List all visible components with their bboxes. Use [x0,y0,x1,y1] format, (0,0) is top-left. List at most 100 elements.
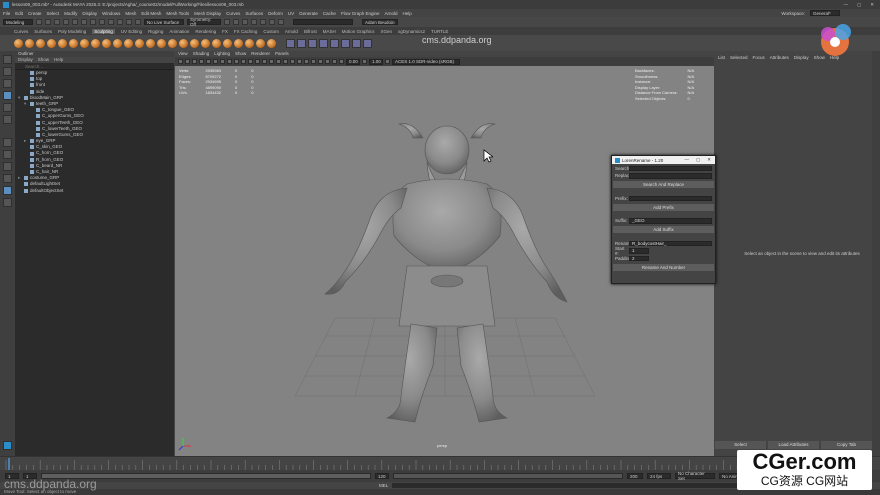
outliner-search-input[interactable]: Search... [15,63,174,70]
mesh-display-icon[interactable] [341,38,350,48]
sculpt-layer-icon[interactable] [330,38,339,48]
symmetry-dropdown[interactable]: Symmetry: Off [187,17,221,27]
bookmark-icon[interactable] [192,59,197,64]
exposure-icon[interactable] [339,59,344,64]
fps-dropdown[interactable]: 24 fps [647,473,671,479]
symmetry-shelf-icon[interactable] [286,38,295,48]
gamma-icon[interactable] [362,59,367,64]
shelf-tab[interactable]: XGen [380,29,392,34]
select-component-icon[interactable] [99,19,105,25]
live-surface-field[interactable]: No Live Surface [144,19,184,25]
move-tool-icon[interactable] [3,91,12,100]
arnold-light-icon[interactable] [269,19,275,25]
undo-icon[interactable] [63,19,69,25]
shadows-icon[interactable] [283,59,288,64]
shelf-tab[interactable]: Motion Graphics [342,29,375,34]
replace-input[interactable] [629,173,712,179]
workspace-dropdown[interactable]: General* [810,10,840,16]
copy-tab-button[interactable]: Copy Tab [821,441,872,449]
new-scene-icon[interactable] [36,19,42,25]
menu-item[interactable]: Curves [226,11,240,16]
attr-menu-item[interactable]: List [718,55,725,60]
prefix-input[interactable] [629,195,712,201]
attr-menu-item[interactable]: Focus [753,55,765,60]
fill-tool-icon[interactable] [146,38,155,48]
ipr-render-icon[interactable] [233,19,239,25]
antialiasing-icon[interactable] [304,59,309,64]
add-suffix-button[interactable]: Add Suffix [613,226,714,233]
shelf-tab-active[interactable]: Sculpting [92,28,115,34]
shelf-tab[interactable]: Bifrost [304,29,317,34]
lights-icon[interactable] [276,59,281,64]
resolution-gate-icon[interactable] [220,59,225,64]
xray-components-icon[interactable] [332,59,337,64]
menu-item[interactable]: Generate [299,11,318,16]
menu-item[interactable]: Display [82,11,97,16]
reset-shelf-icon[interactable] [352,38,361,48]
shelf-tab[interactable]: TURTLE [431,29,448,34]
shelf-tab[interactable]: Curves [14,29,28,34]
color-management-icon[interactable] [385,59,390,64]
shelf-tab[interactable]: UV Editing [121,29,142,34]
menu-item[interactable]: Mesh Tools [166,11,189,16]
lasso-tool-icon[interactable] [3,67,12,76]
outliner-item[interactable]: defaultObjectSet [15,188,174,194]
knife-tool-icon[interactable] [157,38,166,48]
snap-point-icon[interactable] [126,19,132,25]
gamma-field[interactable]: 1.00 [369,58,383,65]
camera-attributes-icon[interactable] [185,59,190,64]
persp-outliner-icon[interactable] [3,174,12,183]
shelf-tab[interactable]: Arnold [285,29,298,34]
rename-and-number-button[interactable]: Rename And Number [613,263,714,271]
image-plane-icon[interactable] [199,59,204,64]
grab-tool-icon[interactable] [47,38,56,48]
layer-shelf-icon[interactable] [308,38,317,48]
add-prefix-button[interactable]: Add Prefix [613,203,714,211]
rotate-tool-icon[interactable] [3,103,12,112]
select-tool-icon[interactable] [3,55,12,64]
zoom-icon[interactable] [3,198,12,207]
suffix-input[interactable]: _GEO [629,218,712,224]
attr-menu-item[interactable]: Display [794,55,809,60]
playback-end-field[interactable]: 120 [375,473,389,479]
scale-tool-icon[interactable] [3,115,12,124]
close-icon[interactable]: ✕ [870,2,874,8]
snap-grid-icon[interactable] [108,19,114,25]
select-button[interactable]: Select [715,441,766,449]
wireframe-icon[interactable] [248,59,253,64]
render-icon[interactable] [224,19,230,25]
crease-shelf-icon[interactable] [363,38,372,48]
menu-item[interactable]: Modify [64,11,77,16]
menu-item[interactable]: UV [288,11,294,16]
menu-item[interactable]: File [3,11,10,16]
outliner-menu-item[interactable]: Help [54,57,63,63]
dialog-close-icon[interactable]: ✕ [707,157,711,163]
smooth-shade-icon[interactable] [255,59,260,64]
shelf-tab[interactable]: Rendering [195,29,216,34]
search-input[interactable] [629,165,712,171]
four-pane-icon[interactable] [3,150,12,159]
grid-icon[interactable] [206,59,211,64]
anim-end-field[interactable]: 200 [627,473,643,479]
rename-input[interactable]: R_bodycostHair_ [629,240,712,246]
single-pane-icon[interactable] [3,138,12,147]
menu-item[interactable]: Deform [268,11,283,16]
menu-item[interactable]: Arnold [384,11,397,16]
outliner-layout-icon[interactable] [3,186,12,195]
field-chart-icon[interactable] [234,59,239,64]
stamp-tool-icon[interactable] [267,38,276,48]
shelf-tab[interactable]: FX Caching [234,29,258,34]
shelf-tab[interactable]: MASH [323,29,336,34]
render-settings-icon[interactable] [242,19,248,25]
clone-tool-icon[interactable] [256,38,265,48]
shelf-tab[interactable]: Rigging [148,29,163,34]
expand-arrow-icon[interactable]: ▸ [18,175,22,181]
relax-tool-icon[interactable] [36,38,45,48]
shelf-tab[interactable]: xgDynamics2 [398,29,425,34]
film-gate-icon[interactable] [213,59,218,64]
sky-dome-icon[interactable] [278,19,284,25]
spray-tool-icon[interactable] [91,38,100,48]
sculpt-tool-icon[interactable] [14,38,23,48]
minimize-icon[interactable]: — [843,2,848,8]
snap-surface-icon[interactable] [135,19,141,25]
